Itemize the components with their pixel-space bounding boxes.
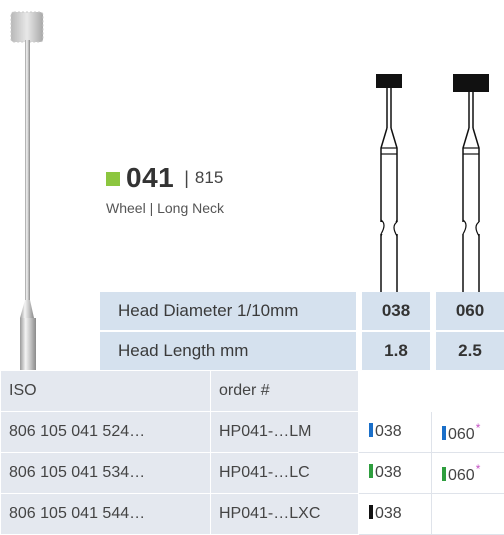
asterisk-note: * [476, 462, 481, 476]
product-code: 041 [126, 162, 174, 194]
order-number: HP041-…LXC [211, 494, 359, 535]
order-number: HP041-…LC [211, 453, 359, 494]
product-title: 041 | 815 [106, 158, 223, 198]
spec-value: 038 [362, 292, 430, 330]
column-header-iso: ISO [1, 371, 211, 412]
table-row: 806 105 041 524…HP041-…LM 038 060* [1, 412, 504, 453]
iso-number: 806 105 041 544… [1, 494, 211, 535]
table-row: 806 105 041 534…HP041-…LC 038 060* [1, 453, 504, 494]
drawing-060 [441, 70, 501, 292]
table-header-row: ISO order # [1, 371, 504, 412]
iso-number: 806 105 041 534… [1, 453, 211, 494]
spec-value: 060 [436, 292, 504, 330]
bur-photo [8, 0, 48, 385]
variant-cell: 060* [432, 453, 504, 494]
table-row: 806 105 041 544…HP041-…LXC 038 [1, 494, 504, 535]
spec-value: 2.5 [436, 332, 504, 370]
variant-cell: 038 [359, 494, 432, 535]
order-table: ISO order # 806 105 041 524…HP041-…LM 038… [0, 370, 504, 535]
variant-cell [432, 494, 504, 535]
grit-color-swatch [442, 426, 446, 440]
column-header-blank [359, 371, 504, 412]
variant-cell: 038 [359, 412, 432, 453]
variant-size: 038 [375, 505, 402, 522]
variant-size: 038 [375, 423, 402, 440]
variant-cell: 038 [359, 453, 432, 494]
grit-color-swatch [369, 505, 373, 519]
spec-label: Head Diameter 1/10mm [100, 292, 356, 330]
spec-value: 1.8 [362, 332, 430, 370]
column-header-order: order # [211, 371, 359, 412]
asterisk-note: * [476, 421, 481, 435]
spec-label: Head Length mm [100, 332, 356, 370]
variant-size: 060 [448, 467, 475, 484]
grit-color-swatch [369, 464, 373, 478]
iso-number: 806 105 041 524… [1, 412, 211, 453]
variant-cell: 060* [432, 412, 504, 453]
product-reference: 815 [195, 168, 223, 188]
title-separator: | [184, 168, 189, 189]
grit-color-swatch [442, 467, 446, 481]
variant-size: 060 [448, 426, 475, 443]
product-subtitle: Wheel | Long Neck [106, 200, 224, 216]
green-square-icon [106, 172, 120, 186]
variant-size: 038 [375, 464, 402, 481]
grit-color-swatch [369, 423, 373, 437]
drawing-038 [359, 70, 419, 292]
order-number: HP041-…LM [211, 412, 359, 453]
